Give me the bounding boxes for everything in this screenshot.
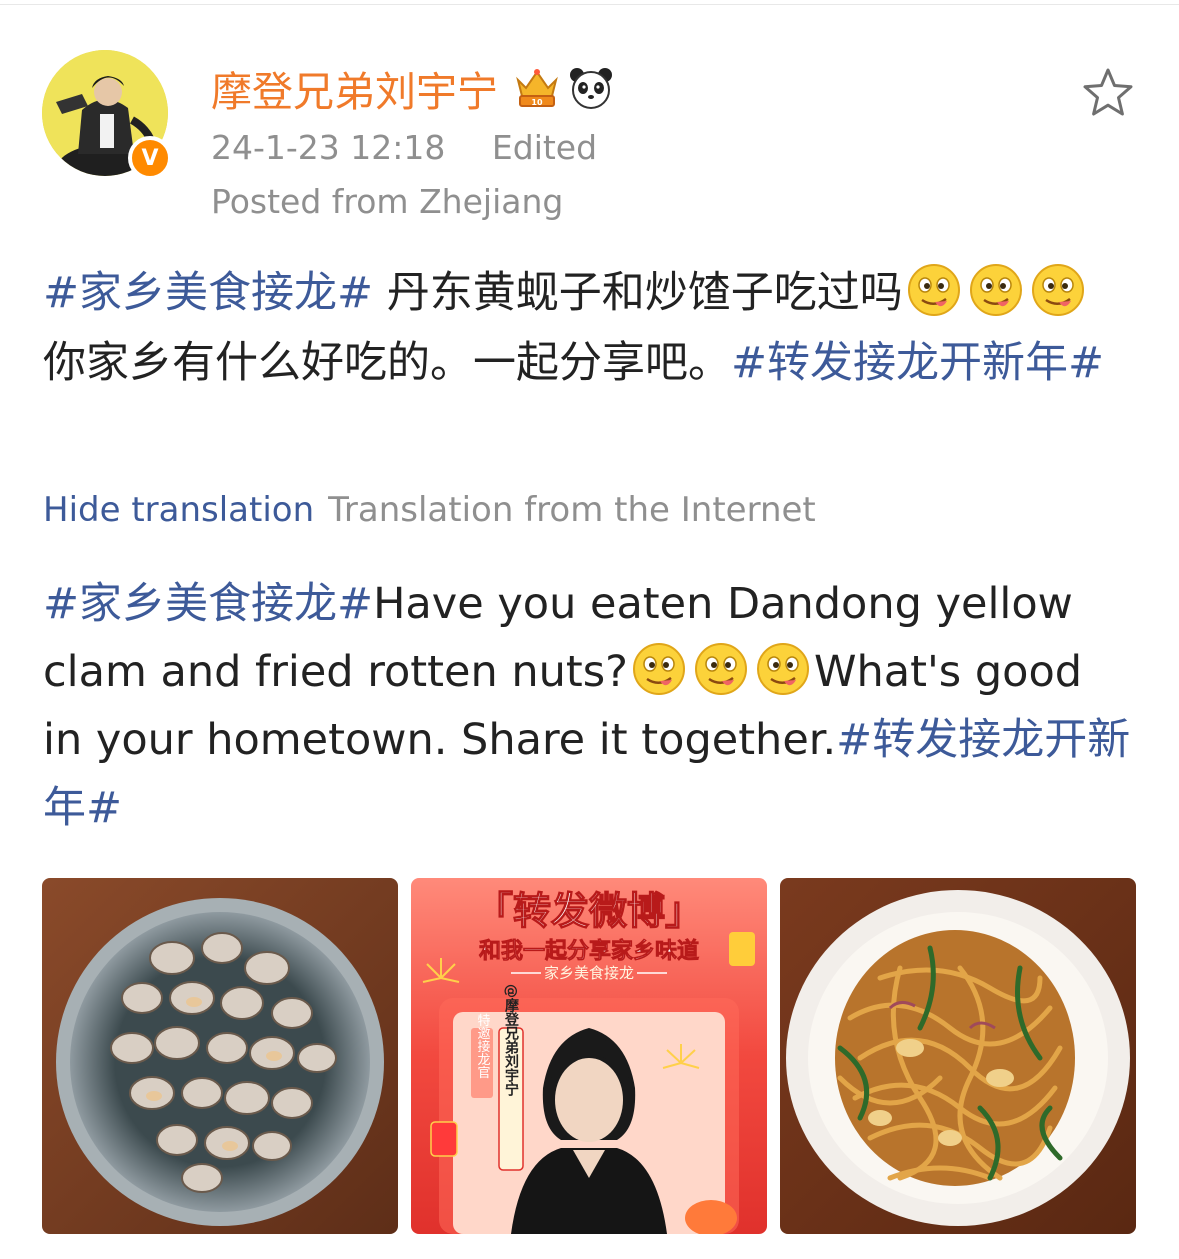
translated-text: #家乡美食接龙#Have you eaten Dandong yellow cl… [43,570,1133,842]
hide-translation-link[interactable]: Hide translation [43,490,314,530]
hashtag-link[interactable]: #家乡美食接龙# [43,268,373,318]
post-text-segment: 你家乡有什么好吃的。一起分享吧。 [43,338,731,388]
username-row: 摩登兄弟刘宇宁 10 [211,58,614,118]
yummy-emoji-icon [907,264,960,316]
timestamp: 24-1-23 12:18 [211,128,446,167]
post-image-fried-noodles[interactable] [780,878,1136,1234]
username[interactable]: 摩登兄弟刘宇宁 [211,58,498,118]
poster-side-label: 特邀接龙官 [475,1014,491,1079]
svg-text:10: 10 [531,98,543,107]
poster-strip: 家乡美食接龙 [544,964,634,982]
promo-poster-icon: 「转发微博」 和我一起分享家乡味道 家乡美食接龙 特邀接龙官 @摩登兄弟刘宇宁 [411,878,767,1234]
post-image-promo-poster[interactable]: 「转发微博」 和我一起分享家乡味道 家乡美食接龙 特邀接龙官 @摩登兄弟刘宇宁 [411,878,767,1234]
verified-badge-icon: V [128,136,172,180]
post-text-segment: 丹东黄蚬子和炒馇子吃过吗 [373,268,903,318]
crown-badge-icon[interactable]: 10 [512,66,562,110]
post-image-clams[interactable] [42,878,398,1234]
hashtag-link[interactable]: #家乡美食接龙# [43,579,373,629]
clams-photo-icon [42,878,398,1234]
edited-label[interactable]: Edited [492,128,597,167]
poster-name-label: @摩登兄弟刘宇宁 [503,984,520,1097]
translation-controls: Hide translation Translation from the Int… [43,490,816,530]
yummy-emoji-icon [969,264,1022,316]
translation-source-label: Translation from the Internet [328,490,816,530]
fried-noodles-photo-icon [780,878,1136,1234]
yummy-emoji-icon [632,643,685,695]
star-icon[interactable] [1080,66,1136,120]
poster-subhead: 和我一起分享家乡味道 [479,938,699,964]
top-divider [0,4,1179,5]
poster-headline: 「转发微博」 [475,889,703,933]
post-text: #家乡美食接龙# 丹东黄蚬子和炒馇子吃过吗 你家乡有什么好吃的。一起分享吧。#转… [43,258,1133,398]
panda-badge-icon[interactable] [568,65,614,111]
yummy-emoji-icon [694,643,747,695]
yummy-emoji-icon [1031,264,1084,316]
yummy-emoji-icon [756,643,809,695]
post-location: Posted from Zhejiang [211,182,564,221]
post-meta: 24-1-23 12:18 Edited [211,128,597,167]
hashtag-link[interactable]: #转发接龙开新年# [731,338,1104,388]
